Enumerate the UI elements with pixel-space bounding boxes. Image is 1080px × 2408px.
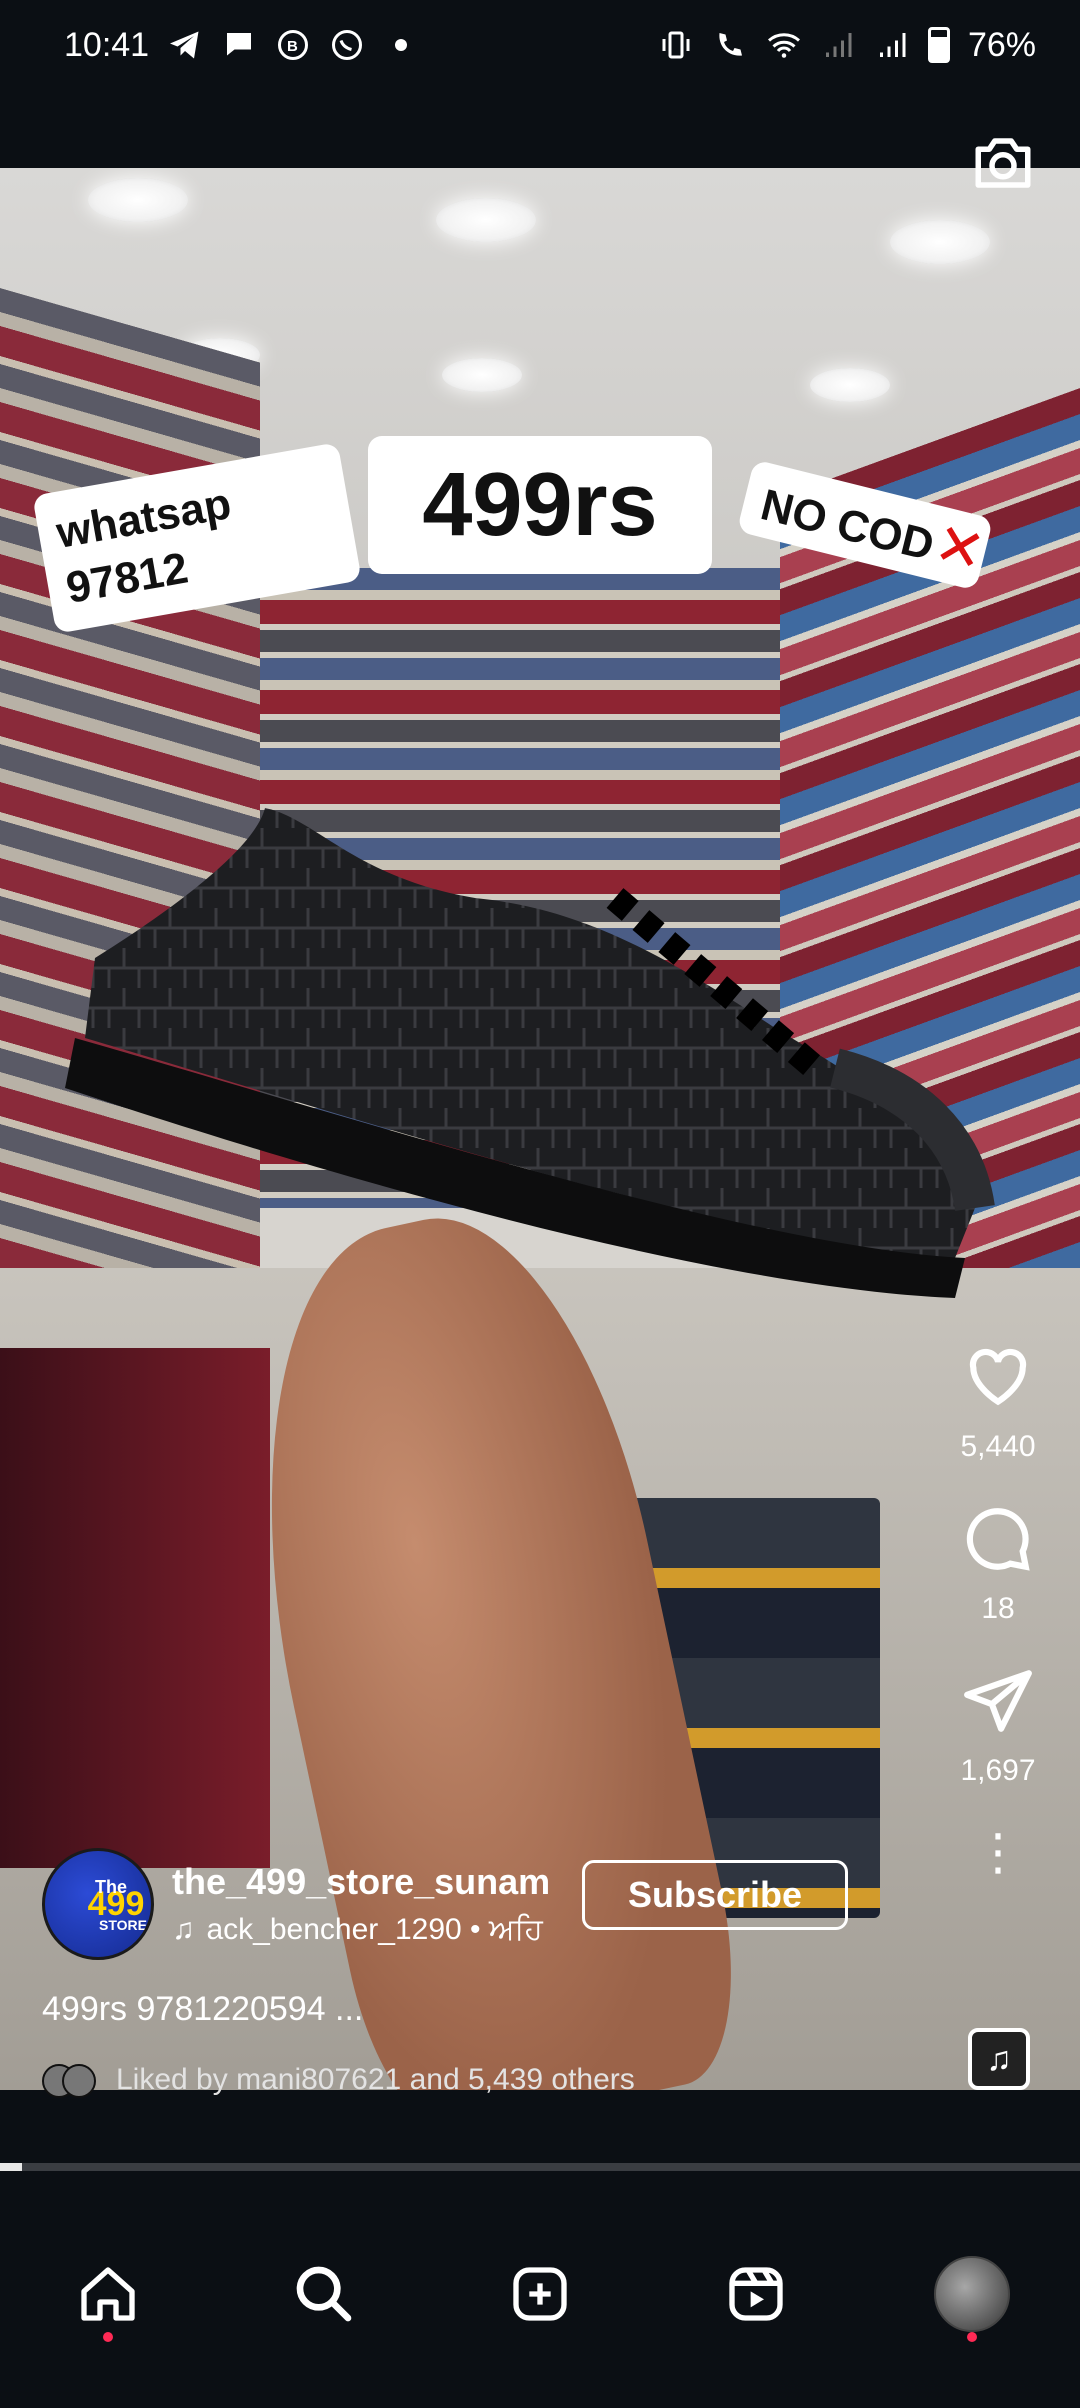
- mini-avatar: [62, 2064, 96, 2098]
- whatsapp-icon: [332, 30, 363, 60]
- account-row: The 499 STORE the_499_store_sunam ♫ ack_…: [42, 1848, 848, 1960]
- black-sneaker-image: [65, 808, 995, 1298]
- signal-icon: [879, 33, 906, 57]
- vibrate-icon: [662, 31, 690, 59]
- caption[interactable]: 499rs 9781220594 ...: [42, 1990, 842, 2029]
- profile-avatar: [934, 2256, 1010, 2332]
- share-count: 1,697: [960, 1754, 1036, 1787]
- music-note-icon: ♫: [172, 1913, 195, 1946]
- liked-prefix: Liked by: [116, 2063, 228, 2096]
- ceiling-light: [810, 368, 890, 402]
- liked-middle: and: [409, 2063, 460, 2096]
- reel-info: The 499 STORE the_499_store_sunam ♫ ack_…: [42, 1848, 848, 2098]
- telegram-icon: [170, 31, 199, 59]
- reel-progress-bar[interactable]: [0, 2163, 1080, 2171]
- nav-reels[interactable]: [716, 2254, 796, 2334]
- username-link[interactable]: the_499_store_sunam: [172, 1861, 550, 1903]
- whatsapp-business-icon: B: [278, 30, 309, 60]
- share-button[interactable]: 1,697: [960, 1664, 1036, 1788]
- notification-dot: [103, 2332, 113, 2342]
- bottom-nav: [0, 2180, 1080, 2408]
- more-options-icon[interactable]: ⋮: [973, 1827, 1023, 1877]
- svg-text:B: B: [287, 38, 298, 55]
- audio-link[interactable]: ♫ ack_bencher_1290 • ਅਹਿ: [172, 1913, 550, 1947]
- nav-search[interactable]: [284, 2254, 364, 2334]
- liked-by-avatars: [42, 2064, 98, 2098]
- home-icon: [81, 2267, 135, 2321]
- wifi-icon: [767, 33, 800, 58]
- chat-bubble-icon: [227, 33, 252, 56]
- search-icon: [296, 2266, 352, 2322]
- music-note-icon: ♫: [986, 2039, 1012, 2078]
- ceiling-light: [436, 198, 536, 242]
- status-bar: 10:41 B 76%: [0, 0, 1080, 90]
- reels-icon: [729, 2267, 783, 2321]
- create-icon: [513, 2267, 567, 2321]
- nav-create[interactable]: [500, 2254, 580, 2334]
- audio-thumbnail[interactable]: ♫: [968, 2028, 1030, 2090]
- camera-icon[interactable]: [970, 130, 1036, 196]
- reel-progress-fill: [0, 2163, 22, 2171]
- battery-percent: 76%: [967, 25, 1036, 64]
- reel-video[interactable]: whatsap 97812 499rs NO COD✕: [0, 168, 1080, 2090]
- price-sticker: 499rs: [368, 436, 712, 574]
- comment-button[interactable]: 18: [961, 1502, 1035, 1626]
- notification-dot: [967, 2332, 977, 2342]
- avatar-text: The: [95, 1877, 128, 1897]
- battery-icon: [927, 27, 950, 63]
- avatar-sub: STORE: [99, 1917, 147, 1933]
- store-counter: [0, 1348, 270, 1868]
- status-time: 10:41: [64, 25, 150, 64]
- audio-name: ack_bencher_1290 • ਅਹਿ: [206, 1913, 543, 1946]
- send-icon: [964, 1670, 1032, 1732]
- nav-home[interactable]: [68, 2254, 148, 2342]
- nav-profile[interactable]: [932, 2254, 1012, 2342]
- liked-by[interactable]: Liked by mani807621 and 5,439 others: [42, 2063, 842, 2098]
- liked-others[interactable]: 5,439 others: [468, 2063, 635, 2096]
- heart-icon: [969, 1348, 1027, 1406]
- ceiling-light: [442, 358, 522, 392]
- status-left: 10:41 B: [64, 26, 419, 65]
- ceiling-light: [88, 178, 188, 222]
- signal-icon: [825, 33, 852, 57]
- comment-icon: [966, 1508, 1030, 1571]
- comment-count: 18: [981, 1592, 1015, 1625]
- account-text: the_499_store_sunam ♫ ack_bencher_1290 •…: [172, 1861, 550, 1947]
- liked-user[interactable]: mani807621: [236, 2063, 401, 2096]
- subscribe-button[interactable]: Subscribe: [582, 1860, 848, 1930]
- dot-icon: [395, 39, 408, 51]
- like-count: 5,440: [960, 1430, 1036, 1463]
- ceiling-light: [890, 220, 990, 264]
- like-button[interactable]: 5,440: [960, 1340, 1036, 1464]
- reel-actions: 5,440 18 1,697 ⋮: [938, 1340, 1058, 1877]
- status-right: 76%: [658, 26, 1036, 65]
- wifi-calling-icon: [719, 33, 742, 56]
- avatar[interactable]: The 499 STORE: [42, 1848, 154, 1960]
